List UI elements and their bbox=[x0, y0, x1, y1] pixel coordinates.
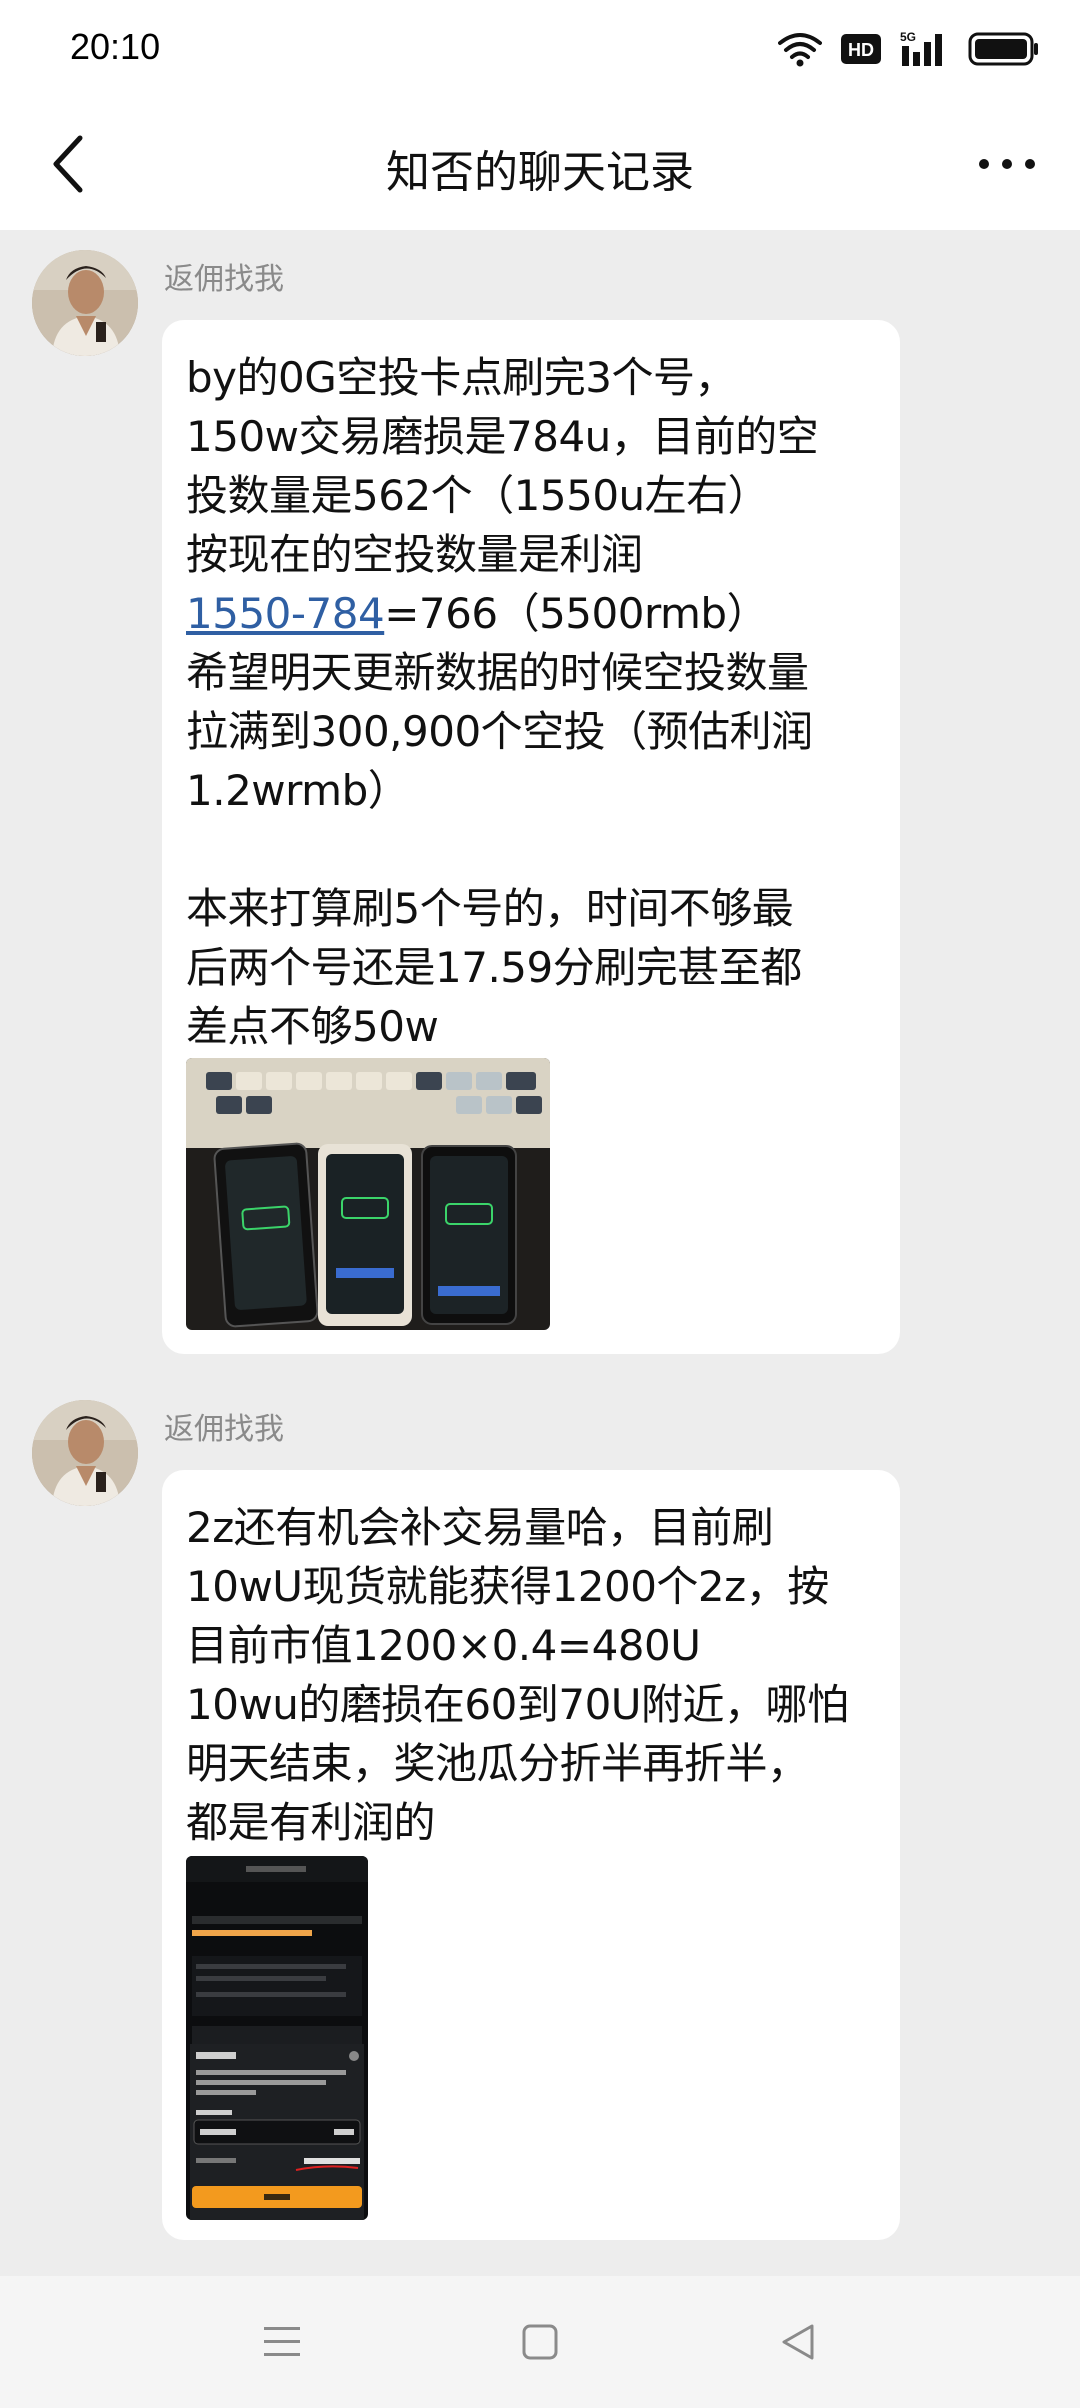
chat-message: 返佣找我 2z还有机会补交易量哈，目前刷 10wU现货就能获得1200个2z，按… bbox=[0, 1380, 1080, 2260]
status-bar: 20:10 HD 5G bbox=[0, 0, 1080, 98]
avatar[interactable] bbox=[32, 1400, 138, 1506]
home-square-icon bbox=[522, 2324, 558, 2360]
message-text: 2z还有机会补交易量哈，目前刷 10wU现货就能获得1200个2z，按 目前市值… bbox=[186, 1503, 849, 1847]
system-navigation-bar bbox=[0, 2276, 1080, 2408]
chat-message: 返佣找我 by的0G空投卡点刷完3个号， 150w交易磨损是784u，目前的空 … bbox=[0, 230, 1080, 1360]
message-photo[interactable] bbox=[186, 1856, 368, 2220]
menu-icon bbox=[264, 2327, 300, 2356]
signal-5g-icon: 5G bbox=[900, 30, 950, 68]
svg-text:5G: 5G bbox=[900, 30, 916, 44]
avatar[interactable] bbox=[32, 250, 138, 356]
menu-button[interactable] bbox=[250, 2310, 314, 2374]
message-link[interactable]: 1550-784 bbox=[186, 589, 385, 638]
message-text-part: by的0G空投卡点刷完3个号， 150w交易磨损是784u，目前的空 投数量是5… bbox=[186, 353, 819, 579]
message-bubble[interactable]: 2z还有机会补交易量哈，目前刷 10wU现货就能获得1200个2z，按 目前市值… bbox=[162, 1470, 900, 2240]
back-triangle-icon bbox=[782, 2324, 814, 2360]
message-photo[interactable] bbox=[186, 1058, 550, 1330]
battery-icon bbox=[968, 31, 1040, 67]
message-bubble[interactable]: by的0G空投卡点刷完3个号， 150w交易磨损是784u，目前的空 投数量是5… bbox=[162, 320, 900, 1354]
status-time: 20:10 bbox=[70, 26, 161, 67]
top-nav-bar: 知否的聊天记录 bbox=[0, 98, 1080, 230]
system-back-button[interactable] bbox=[766, 2310, 830, 2374]
sender-name: 返佣找我 bbox=[164, 262, 284, 297]
message-text: by的0G空投卡点刷完3个号， 150w交易磨损是784u，目前的空 投数量是5… bbox=[186, 348, 876, 1056]
sender-name: 返佣找我 bbox=[164, 1412, 284, 1447]
home-button[interactable] bbox=[508, 2310, 572, 2374]
chat-history[interactable]: 返佣找我 by的0G空投卡点刷完3个号， 150w交易磨损是784u，目前的空 … bbox=[0, 230, 1080, 2276]
more-horizontal-icon bbox=[979, 159, 1035, 169]
svg-text:HD: HD bbox=[848, 40, 874, 60]
more-button[interactable] bbox=[962, 132, 1052, 196]
page-title: 知否的聊天记录 bbox=[386, 147, 694, 198]
message-text-part: =766（5500rmb） 希望明天更新数据的时候空投数量 拉满到300,900… bbox=[186, 589, 813, 1051]
hd-icon: HD bbox=[840, 33, 882, 65]
wifi-icon bbox=[778, 31, 822, 67]
status-icons: HD 5G bbox=[778, 24, 1040, 74]
